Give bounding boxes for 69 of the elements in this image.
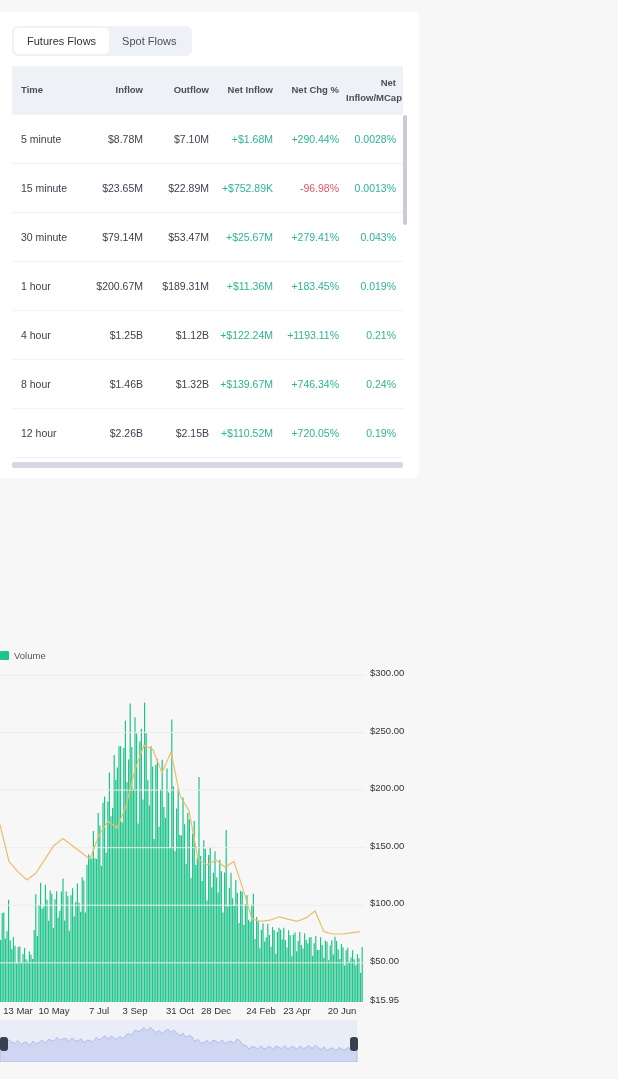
table-cell: 30 minute (12, 212, 92, 262)
table-cell: +183.45% (280, 261, 346, 311)
axis-label: 24 Feb (246, 1005, 276, 1016)
column-header[interactable]: Net Inflow (216, 66, 280, 115)
table-cell: +$110.52M (216, 408, 280, 458)
axis-label: 3 Sep (122, 1005, 148, 1016)
axis-label: $200.00 (370, 782, 405, 794)
table-cell: 5 minute (12, 115, 92, 164)
column-header[interactable]: Outflow (150, 66, 216, 115)
table-cell: 4 hour (12, 310, 92, 360)
table-cell: 0.019% (346, 261, 403, 311)
tab[interactable]: Futures Flows (14, 28, 110, 54)
axis-label: 28 Dec (200, 1005, 232, 1016)
table-cell: 0.24% (346, 359, 403, 409)
table-cell: $2.26B (92, 408, 150, 458)
table-cell: 0.21% (346, 310, 403, 360)
legend-swatch (0, 650, 9, 660)
table-cell: 12 hour (12, 408, 92, 458)
axis-label: $50.00 (370, 954, 400, 966)
table-cell: +290.44% (280, 115, 346, 164)
axis-label: 13 Mar (3, 1005, 33, 1016)
tab[interactable]: Spot Flows (109, 28, 190, 54)
scrollbar[interactable] (403, 115, 407, 225)
table-cell: $200.67M (92, 261, 150, 311)
range-handle[interactable] (350, 1037, 358, 1051)
table-cell: +746.34% (280, 359, 346, 409)
table-cell: $1.46B (92, 359, 150, 409)
axis-label: 20 Jun (327, 1005, 357, 1016)
table-cell: $1.32B (150, 359, 216, 409)
range-handle[interactable] (0, 1037, 8, 1051)
table-cell: 8 hour (12, 359, 92, 409)
column-header[interactable]: Inflow (92, 66, 150, 115)
table-cell: 0.19% (346, 408, 403, 458)
axis-label: 23 Apr (283, 1005, 311, 1016)
table-cell: +$139.67M (216, 359, 280, 409)
table-cell: $23.65M (92, 163, 150, 213)
axis-label: 10 May (38, 1005, 70, 1016)
axis-label: 31 Oct (166, 1005, 194, 1016)
table-cell: $8.78M (92, 115, 150, 164)
axis-label: $250.00 (370, 724, 405, 736)
table-cell: $1.12B (150, 310, 216, 360)
table-cell: 15 minute (12, 163, 92, 213)
table-cell: $53.47M (150, 212, 216, 262)
table-cell: +$122.24M (216, 310, 280, 360)
table-cell: $189.31M (150, 261, 216, 311)
table-cell: $79.14M (92, 212, 150, 262)
axis-label: 7 Jul (88, 1005, 110, 1016)
axis-label: $300.00 (370, 667, 405, 678)
scrollbar[interactable] (12, 462, 403, 468)
table-cell: $2.15B (150, 408, 216, 458)
table-cell: +$25.67M (216, 212, 280, 262)
axis-label: $150.00 (370, 839, 405, 851)
column-header[interactable]: Net Chg % (280, 66, 346, 115)
table-cell: $22.89M (150, 163, 216, 213)
table-cell: +1193.11% (280, 310, 346, 360)
table-cell: +720.05% (280, 408, 346, 458)
table-cell: $7.10M (150, 115, 216, 164)
table-cell: +$752.89K (216, 163, 280, 213)
table-cell: +279.41% (280, 212, 346, 262)
table-cell: 1 hour (12, 261, 92, 311)
axis-label: $100.00 (370, 897, 405, 909)
table-cell: +$11.36M (216, 261, 280, 311)
axis-label: $15.95 (370, 994, 400, 1005)
column-header[interactable]: Time (12, 66, 92, 115)
column-header[interactable]: Net Inflow/MCap (346, 66, 403, 115)
table-cell: -96.98% (280, 163, 346, 213)
legend-label[interactable]: Volume (14, 649, 46, 661)
table-cell: $1.25B (92, 310, 150, 360)
table-cell: +$1.68M (216, 115, 280, 164)
